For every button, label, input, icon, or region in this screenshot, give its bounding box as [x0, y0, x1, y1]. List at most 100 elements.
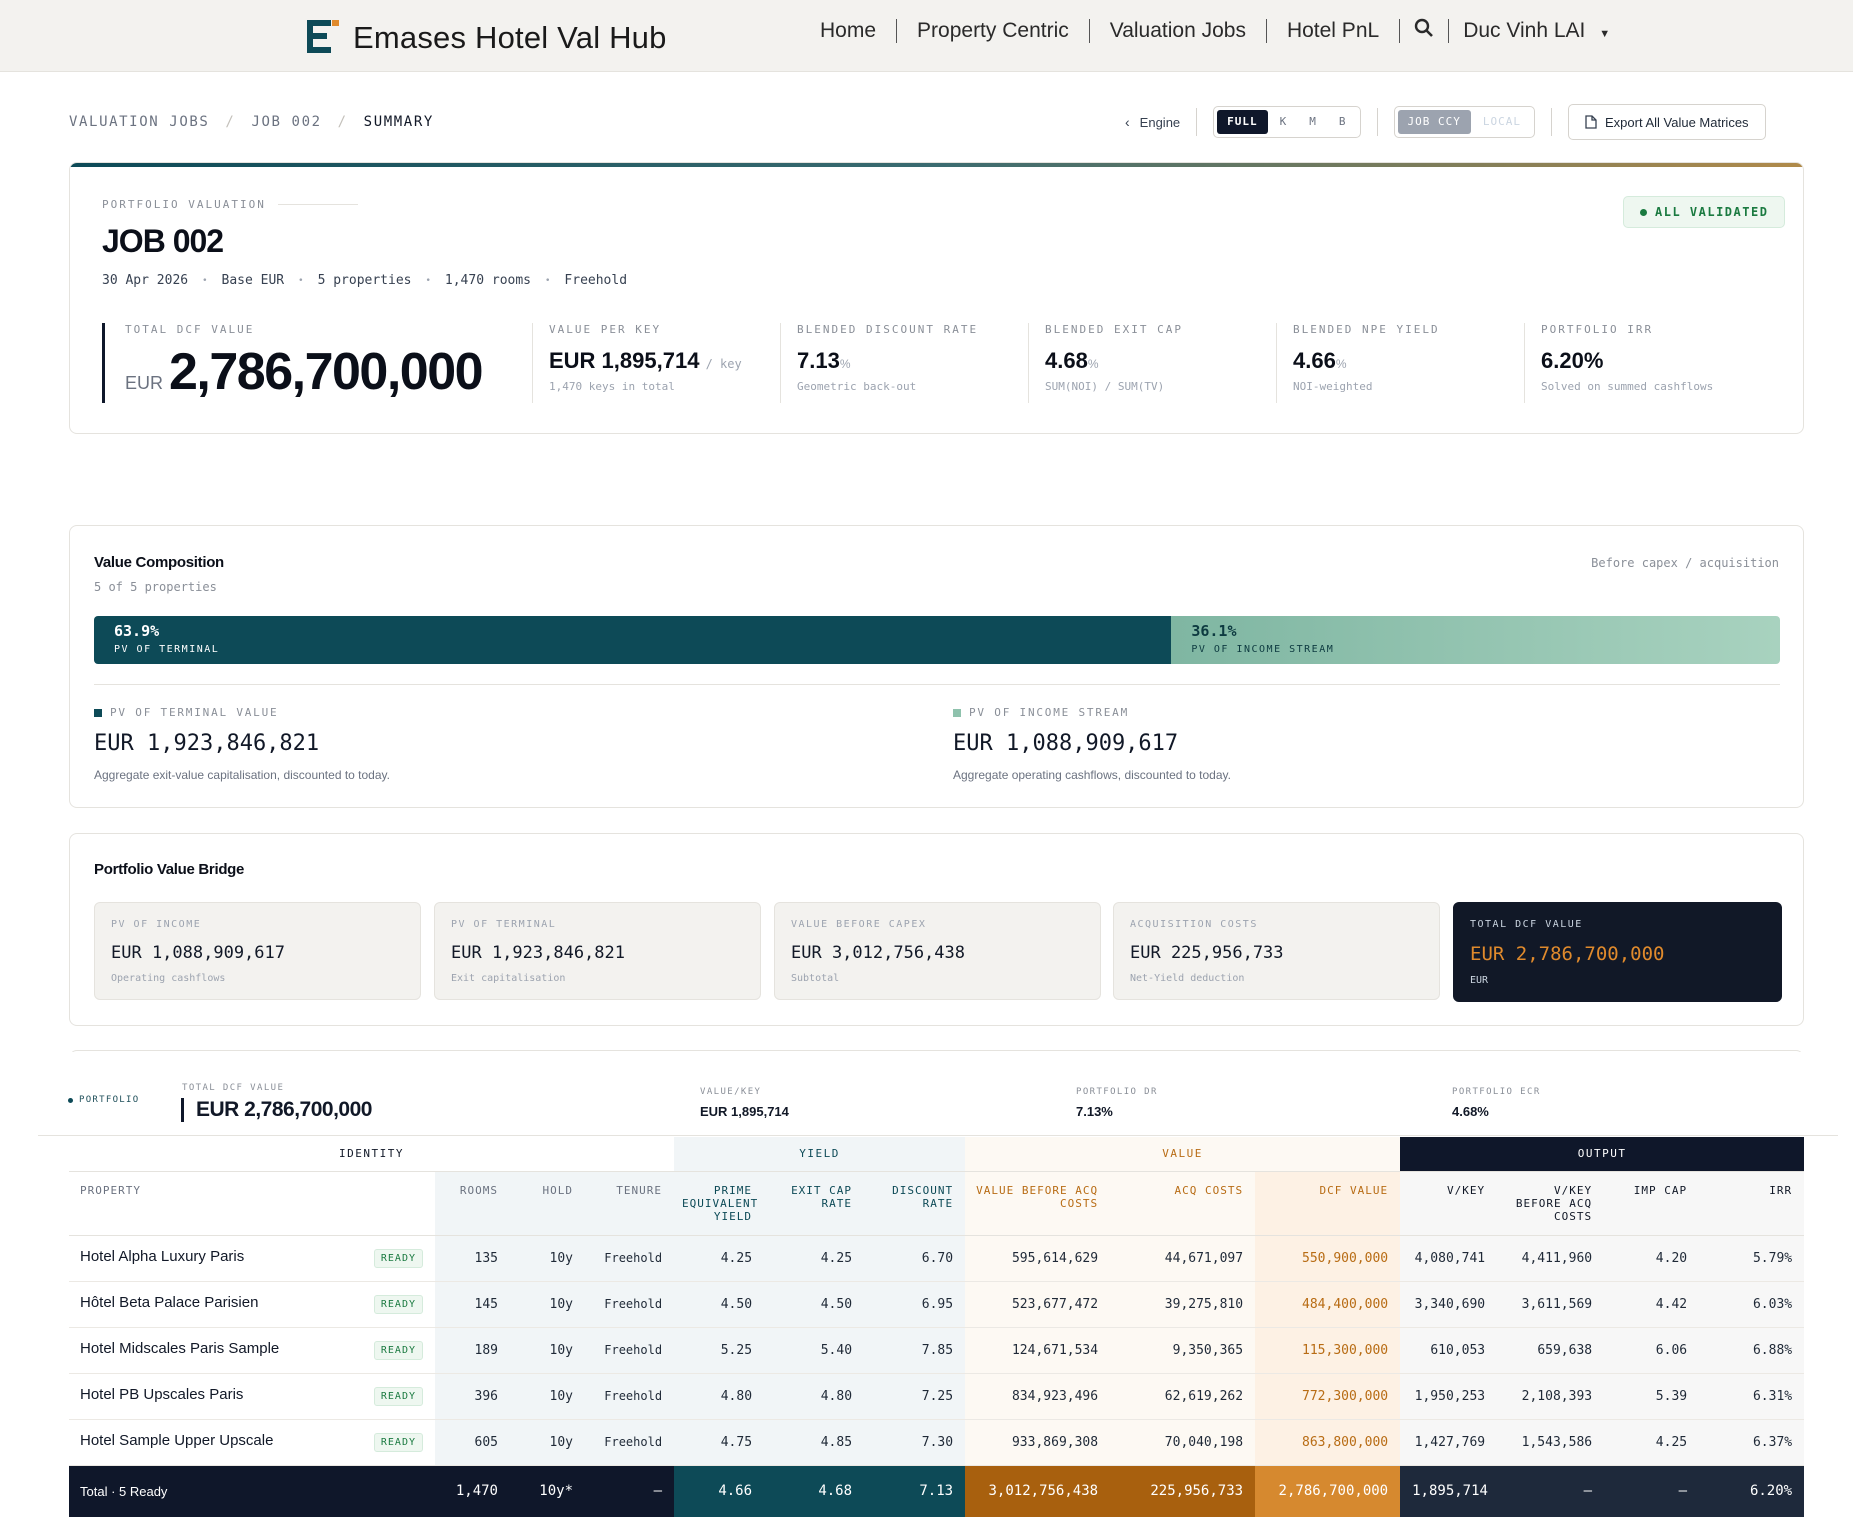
segment-percent: 36.1%: [1191, 622, 1237, 640]
export-button[interactable]: Export All Value Matrices: [1568, 104, 1766, 140]
table-row[interactable]: Hôtel Beta Palace Parisien READY 145 10y Fre…: [69, 1281, 1805, 1328]
kpi-sub: Solved on summed cashflows: [1541, 380, 1714, 393]
kpi-label: BLENDED NPE YIELD: [1293, 323, 1440, 336]
table-row[interactable]: Hotel PB Upscales Paris READY 396 10y Freeho…: [69, 1373, 1805, 1420]
col-value-before-acq[interactable]: VALUE BEFORE ACQ COSTS: [965, 1171, 1111, 1236]
section-title: Portfolio Value Bridge: [94, 861, 245, 878]
total-label: Total · 5 Ready: [69, 1465, 435, 1517]
cell-discount-rate: 7.30: [864, 1419, 966, 1466]
cell-value-before-acq: 595,614,629: [965, 1235, 1111, 1282]
portfolio-hero-card: PORTFOLIO VALUATION ALL VALIDATED JOB 00…: [69, 162, 1804, 434]
col-acq-costs[interactable]: ACQ COSTS: [1110, 1171, 1256, 1236]
tile-value: EUR 3,012,756,438: [791, 943, 965, 963]
strip-vkey-value: EUR 1,895,714: [700, 1104, 789, 1119]
kpi-discount-rate: BLENDED DISCOUNT RATE 7.13% Geometric ba…: [780, 323, 1028, 403]
col-hold[interactable]: HOLD: [510, 1171, 585, 1236]
bridge-tile-pv-income: PV OF INCOME EUR 1,088,909,617 Operating…: [94, 902, 421, 1000]
cell-vkey-before-acq: 1,543,586: [1497, 1419, 1605, 1466]
cell-acq-costs: 44,671,097: [1110, 1235, 1256, 1282]
scale-m[interactable]: M: [1299, 110, 1327, 134]
tile-value: EUR 225,956,733: [1130, 943, 1284, 963]
currency-local[interactable]: LOCAL: [1473, 110, 1531, 134]
income-value: EUR 1,088,909,617: [953, 731, 1179, 756]
col-vkey-before-acq[interactable]: V/KEY BEFORE ACQ COSTS: [1497, 1171, 1605, 1236]
kpi-value: 6.20%: [1541, 348, 1604, 373]
tile-value: EUR 1,923,846,821: [451, 943, 625, 963]
cell-exit-cap: 4.80: [764, 1373, 865, 1420]
terminal-segment[interactable]: 63.9% PV OF TERMINAL: [94, 616, 1172, 664]
col-discount-rate[interactable]: DISCOUNT RATE: [864, 1171, 966, 1236]
kpi-unit: %: [1087, 357, 1099, 371]
kpi-value-per-key: VALUE PER KEY EUR 1,895,714 / key 1,470 …: [532, 323, 780, 403]
property-name[interactable]: Hotel Midscales Paris Sample: [80, 1340, 279, 1357]
col-prime-yield[interactable]: PRIME EQUIVALENT YIELD: [674, 1171, 765, 1236]
status-badge: READY: [373, 1387, 423, 1406]
col-rooms[interactable]: ROOMS: [435, 1171, 510, 1236]
strip-ecr-value: 4.68%: [1452, 1104, 1489, 1119]
cell-imp-cap: 4.25: [1604, 1419, 1700, 1466]
cell-hold: 10y: [510, 1281, 585, 1328]
property-name[interactable]: Hôtel Beta Palace Parisien: [80, 1294, 258, 1311]
cell-property: Hotel Midscales Paris Sample READY: [69, 1327, 435, 1374]
value-composition-card: Value Composition 5 of 5 properties Befo…: [69, 525, 1804, 808]
user-menu[interactable]: Duc Vinh LAI ▼: [1449, 19, 1630, 43]
section-note: Before capex / acquisition: [1591, 556, 1779, 570]
cell-exit-cap: 5.40: [764, 1327, 865, 1374]
breadcrumb-separator: /: [225, 114, 236, 130]
status-badge: ALL VALIDATED: [1623, 196, 1786, 228]
property-name[interactable]: Hotel Sample Upper Upscale: [80, 1432, 273, 1449]
col-dcf-value[interactable]: DCF VALUE: [1255, 1171, 1401, 1236]
kpi-label: BLENDED EXIT CAP: [1045, 323, 1183, 336]
cell-prime-yield: 4.75: [674, 1419, 765, 1466]
col-tenure[interactable]: TENURE: [585, 1171, 675, 1236]
kpi-value: EUR 1,895,714: [549, 348, 700, 373]
cell-property: Hotel Sample Upper Upscale READY: [69, 1419, 435, 1466]
property-name[interactable]: Hotel PB Upscales Paris: [80, 1386, 243, 1403]
cell-irr: 5.79%: [1699, 1235, 1805, 1282]
tile-sub: Operating cashflows: [111, 973, 226, 984]
search-icon[interactable]: [1400, 18, 1448, 44]
app-logo-icon[interactable]: [305, 17, 341, 55]
total-hold: 10y*: [510, 1465, 585, 1517]
cell-tenure: Freehold: [585, 1327, 675, 1374]
table-row[interactable]: Hotel Midscales Paris Sample READY 189 10y F…: [69, 1327, 1805, 1374]
currency-job[interactable]: JOB CCY: [1397, 110, 1471, 134]
scale-b[interactable]: B: [1329, 110, 1357, 134]
table-row[interactable]: Hotel Sample Upper Upscale READY 605 10y Fre…: [69, 1419, 1805, 1466]
tile-label: PV OF INCOME: [111, 919, 202, 930]
strip-accent: [181, 1098, 184, 1122]
col-exit-cap[interactable]: EXIT CAP RATE: [764, 1171, 865, 1236]
cell-tenure: Freehold: [585, 1235, 675, 1282]
kpi-unit: %: [1335, 357, 1347, 371]
nav-property-centric[interactable]: Property Centric: [897, 19, 1089, 43]
income-segment[interactable]: 36.1% PV OF INCOME STREAM: [1171, 616, 1780, 664]
breadcrumb-valuation-jobs[interactable]: VALUATION JOBS: [69, 114, 209, 130]
valuation-date: 30 Apr 2026: [102, 273, 189, 288]
cell-discount-rate: 7.25: [864, 1373, 966, 1420]
strip-label: PORTFOLIO DR: [1076, 1087, 1158, 1097]
scale-full[interactable]: FULL: [1217, 110, 1268, 134]
table-row[interactable]: Hotel Alpha Luxury Paris READY 135 10y Freeh…: [69, 1235, 1805, 1282]
group-yield: YIELD: [674, 1137, 966, 1172]
app-name[interactable]: Emases Hotel Val Hub: [353, 20, 667, 56]
breadcrumb-job[interactable]: JOB 002: [251, 114, 321, 130]
strip-tag: PORTFOLIO: [68, 1095, 139, 1105]
breadcrumb-current: SUMMARY: [363, 114, 434, 130]
col-irr[interactable]: IRR: [1699, 1171, 1805, 1236]
scale-k[interactable]: K: [1270, 110, 1298, 134]
cell-prime-yield: 4.50: [674, 1281, 765, 1328]
nav-hotel-pnl[interactable]: Hotel PnL: [1267, 19, 1399, 43]
cell-dcf-value: 115,300,000: [1255, 1327, 1401, 1374]
engine-link[interactable]: ‹ Engine: [1125, 114, 1180, 130]
col-vkey[interactable]: V/KEY: [1400, 1171, 1498, 1236]
tile-sub: Exit capitalisation: [451, 973, 566, 984]
nav-home[interactable]: Home: [800, 19, 896, 43]
cell-exit-cap: 4.25: [764, 1235, 865, 1282]
kpi-sub: Geometric back-out: [797, 380, 917, 393]
property-name[interactable]: Hotel Alpha Luxury Paris: [80, 1248, 244, 1265]
nav-valuation-jobs[interactable]: Valuation Jobs: [1090, 19, 1266, 43]
col-imp-cap[interactable]: IMP CAP: [1604, 1171, 1700, 1236]
col-property[interactable]: PROPERTY: [69, 1171, 435, 1236]
cell-vkey: 1,950,253: [1400, 1373, 1498, 1420]
kpi-label: BLENDED DISCOUNT RATE: [797, 323, 979, 336]
